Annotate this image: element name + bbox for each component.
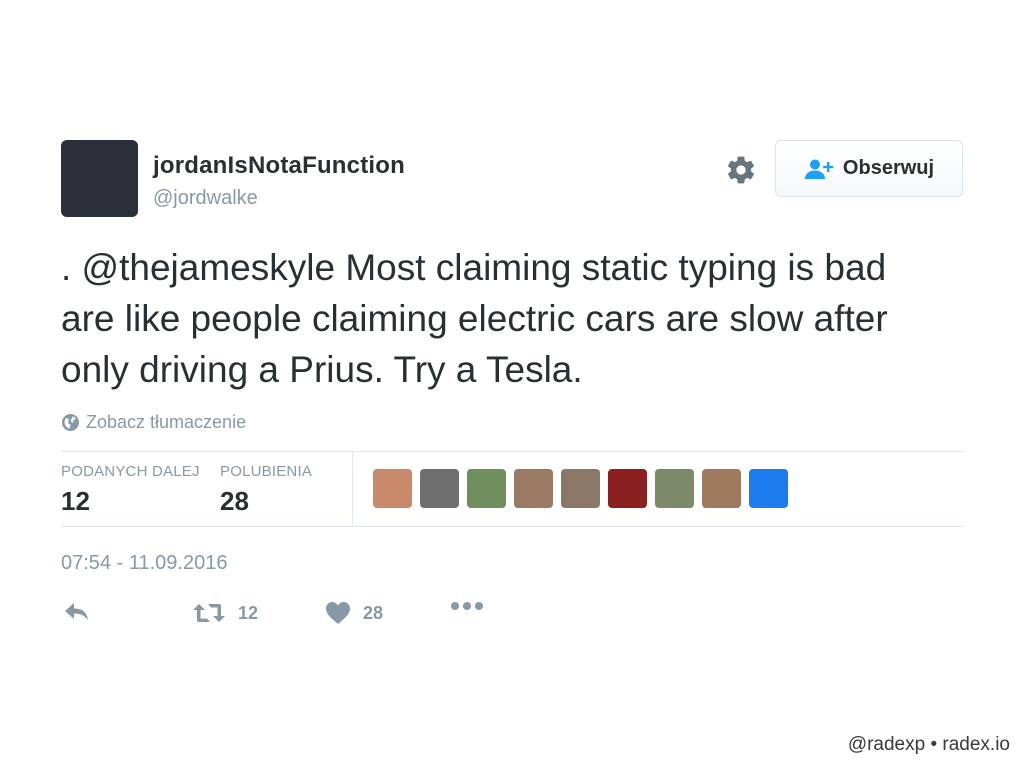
liker-avatar[interactable]	[608, 469, 647, 508]
user-avatar[interactable]	[61, 140, 138, 217]
like-count: 28	[363, 602, 384, 623]
translate-link[interactable]: Zobacz tłumaczenie	[61, 412, 246, 433]
liker-avatar[interactable]	[514, 469, 553, 508]
heart-icon	[326, 602, 350, 624]
user-handle[interactable]: @jordwalke	[153, 187, 258, 210]
retweet-button[interactable]: 12	[192, 601, 258, 625]
likes-stat-value: 28	[220, 486, 249, 516]
tweet-text: . @thejameskyle Most claiming static typ…	[61, 247, 888, 390]
follow-button[interactable]: Obserwuj	[775, 140, 963, 197]
likes-stat[interactable]: POLUBIENIA 28	[220, 463, 312, 517]
globe-icon	[61, 413, 80, 432]
likes-stat-label: POLUBIENIA	[220, 463, 313, 480]
liker-avatar[interactable]	[702, 469, 741, 508]
liker-avatar[interactable]	[561, 469, 600, 508]
add-user-icon	[804, 159, 834, 179]
footer-credit: @radexp • radex.io	[847, 734, 1010, 755]
stats-bottom-divider	[61, 526, 964, 527]
retweets-stat-value: 12	[61, 486, 90, 516]
follow-button-label: Obserwuj	[842, 157, 935, 179]
liker-avatar[interactable]	[655, 469, 694, 508]
retweet-count: 12	[238, 602, 259, 623]
gear-icon[interactable]	[725, 154, 757, 186]
stats-top-divider	[61, 451, 964, 452]
more-button[interactable]	[450, 601, 484, 611]
liker-avatar[interactable]	[373, 469, 412, 508]
retweets-stat-label: PODANYCH DALEJ	[61, 463, 200, 480]
translate-label: Zobacz tłumaczenie	[86, 412, 247, 432]
liker-avatar[interactable]	[420, 469, 459, 508]
liker-avatar[interactable]	[749, 469, 788, 508]
reply-icon	[65, 603, 88, 620]
retweet-icon	[193, 604, 225, 622]
like-button[interactable]: 28	[325, 601, 383, 625]
retweets-stat[interactable]: PODANYCH DALEJ 12	[61, 463, 200, 517]
tweet-actions: 12 28	[61, 601, 964, 631]
tweet-timestamp[interactable]: 07:54 - 11.09.2016	[61, 552, 227, 575]
liker-avatar[interactable]	[467, 469, 506, 508]
stats-separator	[352, 452, 353, 526]
more-icon	[451, 602, 483, 610]
likers-avatars	[373, 469, 788, 508]
reply-button[interactable]	[63, 601, 91, 623]
user-name[interactable]: jordanIsNotaFunction	[153, 152, 405, 180]
